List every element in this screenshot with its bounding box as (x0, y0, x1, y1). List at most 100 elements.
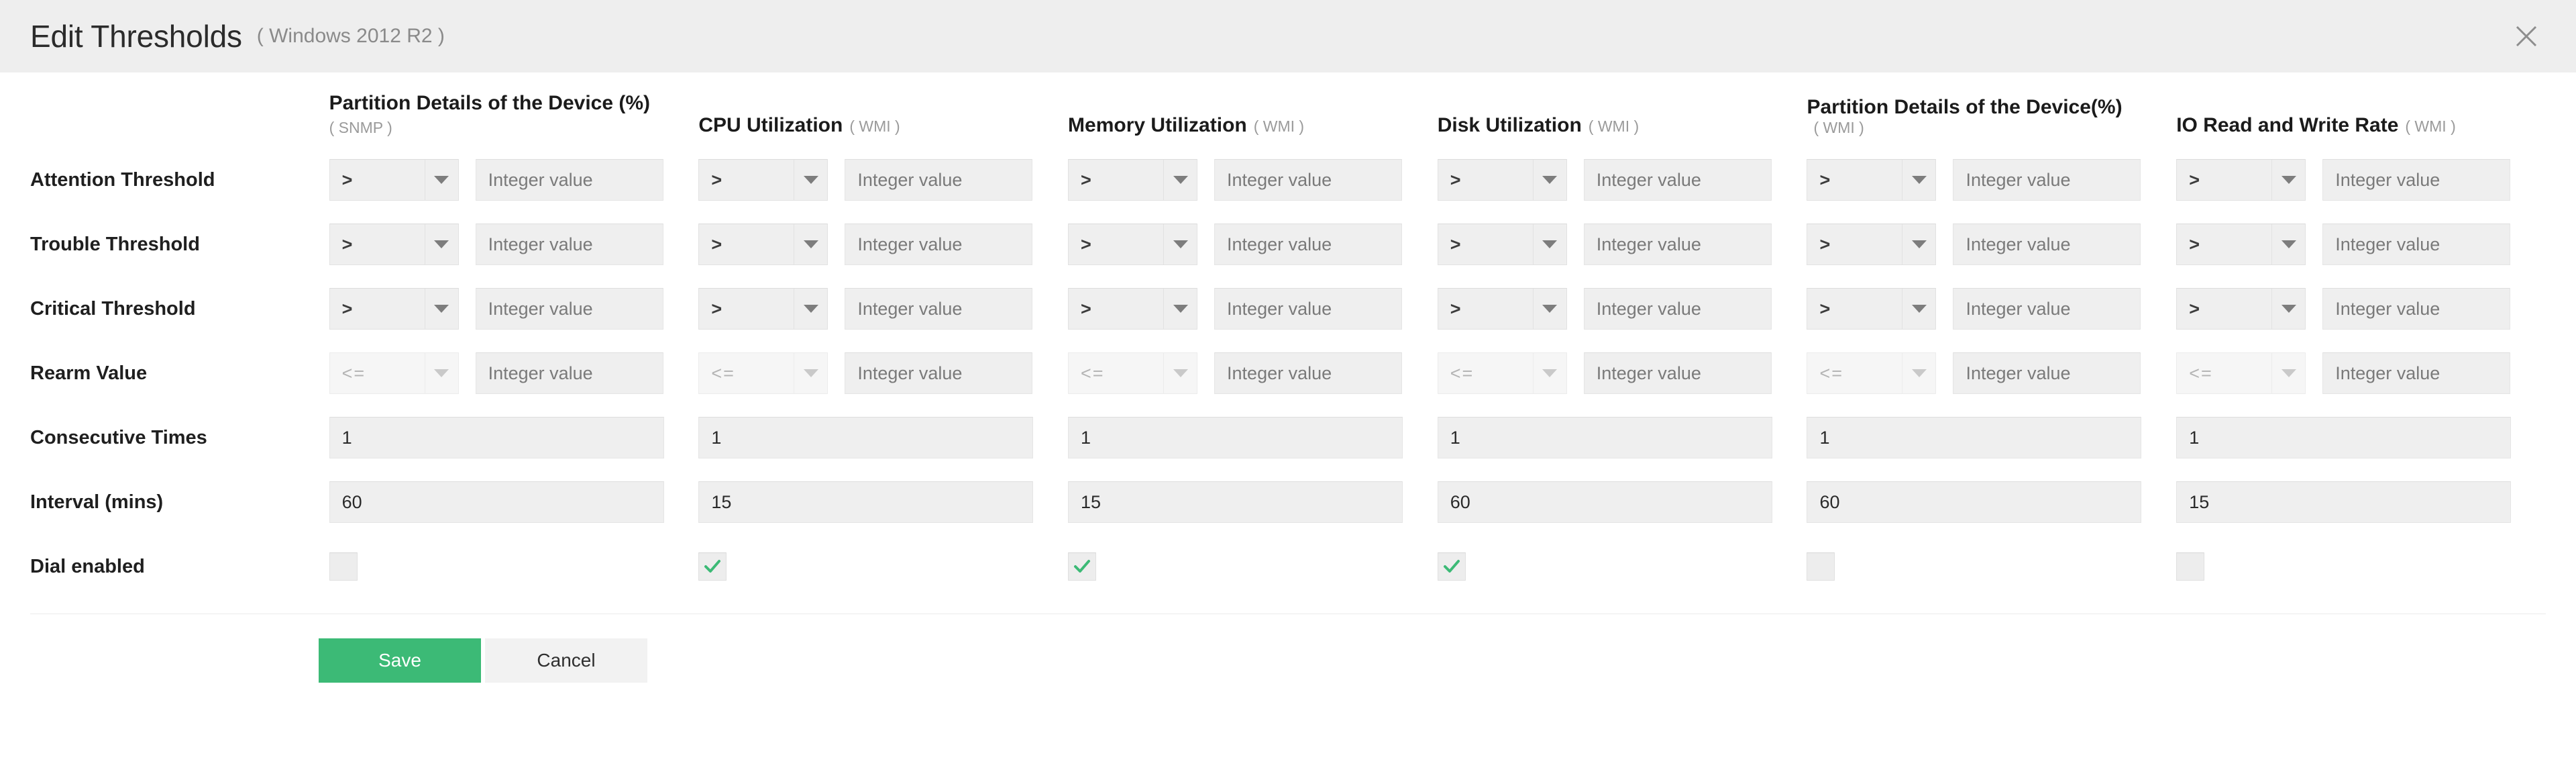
interval-input-1[interactable]: 15 (698, 481, 1033, 523)
rearm-value-input-1[interactable]: Integer value (845, 352, 1032, 394)
critical-operator-select-4[interactable]: > (1807, 288, 1936, 330)
chevron-down-icon (794, 289, 827, 329)
critical-value-input-5[interactable]: Integer value (2322, 288, 2510, 330)
rearm-value-input-3[interactable]: Integer value (1584, 352, 1772, 394)
row-label-consecutive: Consecutive Times (30, 405, 329, 470)
operator-value: > (2177, 224, 2271, 264)
critical-value-input-3[interactable]: Integer value (1584, 288, 1772, 330)
consecutive-times-input-5[interactable]: 1 (2176, 417, 2511, 458)
cell-critical-2: > Integer value (1068, 277, 1438, 341)
chevron-down-icon (1902, 224, 1935, 264)
dial-enabled-checkbox-5[interactable] (2176, 552, 2204, 581)
cell-interval-5: 15 (2176, 470, 2546, 534)
cell-consecutive-4: 1 (1807, 405, 2176, 470)
trouble-operator-select-2[interactable]: > (1068, 224, 1197, 265)
row-trouble-threshold: Trouble Threshold > Integer value > Inte… (30, 212, 2546, 277)
column-source: ( WMI ) (2405, 117, 2455, 135)
attention-value-input-2[interactable]: Integer value (1214, 159, 1402, 201)
attention-operator-select-5[interactable]: > (2176, 159, 2306, 201)
trouble-value-input-1[interactable]: Integer value (845, 224, 1032, 265)
column-title: Partition Details of the Device(%) (1807, 96, 2122, 118)
rearm-operator-select-1: <= (698, 352, 828, 394)
column-title: CPU Utilization (698, 114, 843, 136)
interval-input-0[interactable]: 60 (329, 481, 664, 523)
consecutive-times-input-2[interactable]: 1 (1068, 417, 1403, 458)
dial-enabled-checkbox-4[interactable] (1807, 552, 1835, 581)
operator-value: > (2177, 289, 2271, 329)
column-header-4: Partition Details of the Device(%)( WMI … (1807, 72, 2176, 148)
chevron-down-icon (425, 160, 458, 200)
trouble-value-input-5[interactable]: Integer value (2322, 224, 2510, 265)
trouble-operator-select-5[interactable]: > (2176, 224, 2306, 265)
cell-trouble-5: > Integer value (2176, 212, 2546, 277)
close-icon[interactable] (2506, 16, 2546, 56)
critical-operator-select-5[interactable]: > (2176, 288, 2306, 330)
cell-trouble-2: > Integer value (1068, 212, 1438, 277)
attention-value-input-4[interactable]: Integer value (1953, 159, 2141, 201)
critical-value-input-2[interactable]: Integer value (1214, 288, 1402, 330)
operator-value: > (330, 224, 425, 264)
cell-attention-2: > Integer value (1068, 148, 1438, 212)
dial-enabled-checkbox-3[interactable] (1438, 552, 1466, 581)
critical-value-input-4[interactable]: Integer value (1953, 288, 2141, 330)
operator-value: > (2177, 160, 2271, 200)
interval-input-5[interactable]: 15 (2176, 481, 2511, 523)
column-source: ( WMI ) (849, 117, 900, 135)
trouble-operator-select-1[interactable]: > (698, 224, 828, 265)
operator-value: <= (699, 353, 794, 393)
trouble-operator-select-3[interactable]: > (1438, 224, 1567, 265)
cell-trouble-1: > Integer value (698, 212, 1068, 277)
critical-operator-select-0[interactable]: > (329, 288, 459, 330)
attention-value-input-5[interactable]: Integer value (2322, 159, 2510, 201)
interval-input-3[interactable]: 60 (1438, 481, 1772, 523)
critical-operator-select-2[interactable]: > (1068, 288, 1197, 330)
operator-value: > (1438, 224, 1533, 264)
cell-critical-0: > Integer value (329, 277, 699, 341)
critical-value-input-0[interactable]: Integer value (476, 288, 663, 330)
cell-dial-3 (1438, 534, 1807, 599)
interval-input-2[interactable]: 15 (1068, 481, 1403, 523)
trouble-operator-select-0[interactable]: > (329, 224, 459, 265)
attention-operator-select-1[interactable]: > (698, 159, 828, 201)
attention-operator-select-4[interactable]: > (1807, 159, 1936, 201)
interval-input-4[interactable]: 60 (1807, 481, 2141, 523)
cell-consecutive-2: 1 (1068, 405, 1438, 470)
dial-enabled-checkbox-2[interactable] (1068, 552, 1096, 581)
consecutive-times-input-3[interactable]: 1 (1438, 417, 1772, 458)
consecutive-times-input-4[interactable]: 1 (1807, 417, 2141, 458)
column-title: Disk Utilization (1438, 114, 1582, 136)
column-source: ( SNMP ) (329, 119, 699, 137)
rearm-value-input-0[interactable]: Integer value (476, 352, 663, 394)
trouble-operator-select-4[interactable]: > (1807, 224, 1936, 265)
cell-rearm-1: <= Integer value (698, 341, 1068, 405)
consecutive-times-input-0[interactable]: 1 (329, 417, 664, 458)
rearm-value-input-5[interactable]: Integer value (2322, 352, 2510, 394)
attention-operator-select-3[interactable]: > (1438, 159, 1567, 201)
operator-value: > (1069, 224, 1163, 264)
trouble-value-input-0[interactable]: Integer value (476, 224, 663, 265)
rearm-value-input-4[interactable]: Integer value (1953, 352, 2141, 394)
cancel-button[interactable]: Cancel (485, 638, 647, 683)
column-header-2: Memory Utilization( WMI ) (1068, 72, 1438, 148)
attention-value-input-0[interactable]: Integer value (476, 159, 663, 201)
trouble-value-input-4[interactable]: Integer value (1953, 224, 2141, 265)
chevron-down-icon (2271, 160, 2305, 200)
attention-value-input-1[interactable]: Integer value (845, 159, 1032, 201)
rearm-value-input-2[interactable]: Integer value (1214, 352, 1402, 394)
trouble-value-input-2[interactable]: Integer value (1214, 224, 1402, 265)
consecutive-times-input-1[interactable]: 1 (698, 417, 1033, 458)
dial-enabled-checkbox-1[interactable] (698, 552, 727, 581)
cell-rearm-3: <= Integer value (1438, 341, 1807, 405)
attention-value-input-3[interactable]: Integer value (1584, 159, 1772, 201)
attention-operator-select-2[interactable]: > (1068, 159, 1197, 201)
attention-operator-select-0[interactable]: > (329, 159, 459, 201)
save-button[interactable]: Save (319, 638, 481, 683)
trouble-value-input-3[interactable]: Integer value (1584, 224, 1772, 265)
chevron-down-icon (1163, 353, 1197, 393)
dial-enabled-checkbox-0[interactable] (329, 552, 358, 581)
critical-operator-select-3[interactable]: > (1438, 288, 1567, 330)
critical-operator-select-1[interactable]: > (698, 288, 828, 330)
critical-value-input-1[interactable]: Integer value (845, 288, 1032, 330)
operator-value: > (1069, 160, 1163, 200)
thresholds-table: Partition Details of the Device (%) ( SN… (30, 72, 2546, 599)
